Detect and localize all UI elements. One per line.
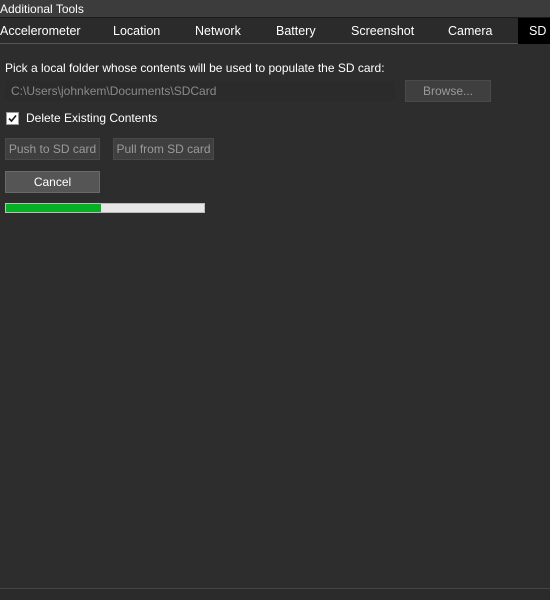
cancel-button[interactable]: Cancel bbox=[5, 171, 100, 193]
window-title: Additional Tools bbox=[0, 2, 84, 16]
folder-path-field[interactable] bbox=[5, 81, 395, 101]
tab-location[interactable]: Location bbox=[113, 18, 160, 44]
push-to-sd-card-button[interactable]: Push to SD card bbox=[5, 138, 100, 160]
checkmark-icon bbox=[8, 114, 17, 123]
tab-accelerometer[interactable]: Accelerometer bbox=[0, 18, 81, 44]
transfer-progress-bar bbox=[5, 203, 205, 213]
folder-prompt-label: Pick a local folder whose contents will … bbox=[5, 61, 385, 75]
tab-network[interactable]: Network bbox=[195, 18, 241, 44]
pull-from-sd-card-button[interactable]: Pull from SD card bbox=[113, 138, 214, 160]
title-bar: Additional Tools bbox=[0, 0, 550, 18]
status-bar bbox=[0, 588, 550, 600]
delete-existing-label: Delete Existing Contents bbox=[26, 111, 158, 125]
tab-screenshot[interactable]: Screenshot bbox=[351, 18, 414, 44]
tab-sd-card[interactable]: SD Card bbox=[518, 18, 550, 44]
browse-button[interactable]: Browse... bbox=[405, 80, 491, 102]
tab-bar: Accelerometer Location Network Battery S… bbox=[0, 18, 550, 44]
additional-tools-window: Additional Tools Accelerometer Location … bbox=[0, 0, 550, 600]
progress-fill bbox=[6, 204, 102, 212]
sd-card-panel: Pick a local folder whose contents will … bbox=[0, 44, 550, 588]
delete-existing-checkbox[interactable] bbox=[6, 112, 19, 125]
tab-battery[interactable]: Battery bbox=[276, 18, 316, 44]
tab-camera[interactable]: Camera bbox=[448, 18, 492, 44]
